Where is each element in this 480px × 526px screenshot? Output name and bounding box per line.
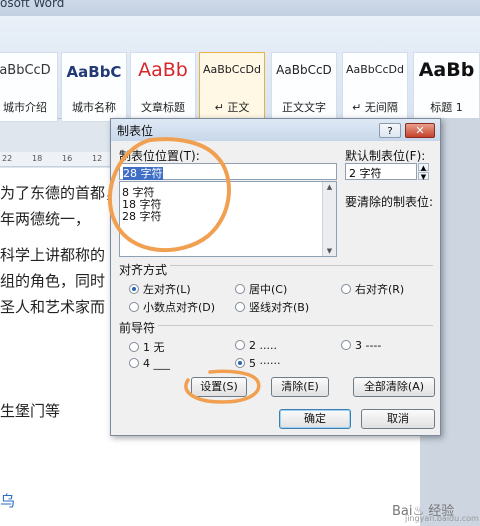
radio-label: 左对齐(L) <box>143 283 191 296</box>
ruler-mark: 12 <box>92 154 103 163</box>
dialog-titlebar: 制表位 ? ✕ <box>111 119 440 141</box>
divider <box>119 325 433 326</box>
style-sample: AaBbC <box>66 63 122 81</box>
align-right-radio[interactable]: 右对齐(R) <box>341 281 404 297</box>
leader-middots-radio[interactable]: 5 ······ <box>235 357 280 370</box>
style-label: 正文文字 <box>282 101 326 114</box>
document-line: 乌 <box>0 492 16 510</box>
set-button[interactable]: 设置(S) <box>191 377 247 397</box>
dialog-title: 制表位 <box>117 124 154 138</box>
leader-underline-radio[interactable]: 4 ___ <box>129 357 170 370</box>
align-decimal-radio[interactable]: 小数点对齐(D) <box>129 299 215 315</box>
help-icon[interactable]: ? <box>379 123 401 138</box>
style-label: 城市名称 <box>72 101 116 114</box>
style-label: 文章标题 <box>141 101 185 114</box>
style-city-name[interactable]: AaBbC 城市名称 <box>61 52 127 122</box>
radio-label: 2 ..... <box>249 339 277 352</box>
radio-selected-icon <box>235 358 245 368</box>
radio-icon <box>129 302 139 312</box>
radio-icon <box>235 340 245 350</box>
spin-up-icon[interactable]: ▲ <box>418 163 429 172</box>
radio-icon <box>341 340 351 350</box>
radio-icon <box>235 284 245 294</box>
tab-position-label: 制表位位置(T): <box>119 149 200 163</box>
default-tab-label: 默认制表位(F): <box>345 149 426 163</box>
style-body-text[interactable]: AaBbCcD 正文文字 <box>271 52 337 122</box>
style-sample: AaBbCcD <box>276 63 332 77</box>
style-sample: AaBb <box>138 59 188 81</box>
radio-label: 5 ······ <box>249 357 281 370</box>
leader-none-radio[interactable]: 1 无 <box>129 339 165 355</box>
document-line: 年两德统一， <box>0 210 91 228</box>
style-label: 城市介绍 <box>3 101 47 114</box>
radio-label: 竖线对齐(B) <box>249 301 310 314</box>
document-line: 生堡门等 <box>0 402 61 420</box>
style-article-title[interactable]: AaBb 文章标题 <box>130 52 196 122</box>
radio-label: 小数点对齐(D) <box>143 301 216 314</box>
clear-all-button[interactable]: 全部清除(A) <box>353 377 435 397</box>
style-city-intro[interactable]: aBbCcD 城市介绍 <box>0 52 58 122</box>
clear-tabs-label: 要清除的制表位: <box>345 195 434 209</box>
radio-label: 1 无 <box>143 341 165 354</box>
scroll-down-icon[interactable]: ▼ <box>323 247 336 255</box>
radio-label: 右对齐(R) <box>355 283 405 296</box>
style-sample: aBbCcD <box>0 63 51 78</box>
leader-group-label: 前导符 <box>119 319 159 336</box>
window-titlebar: osoft Word <box>0 0 480 16</box>
document-line: 组的角色，同时 <box>0 272 106 290</box>
style-heading-1[interactable]: AaBb 标题 1 <box>413 52 480 122</box>
ok-button[interactable]: 确定 <box>279 409 351 429</box>
style-sample: AaBbCcDd <box>346 63 404 76</box>
radio-icon <box>129 358 139 368</box>
radio-selected-icon <box>129 284 139 294</box>
ruler-mark: 16 <box>62 154 73 163</box>
align-bar-radio[interactable]: 竖线对齐(B) <box>235 299 309 315</box>
radio-icon <box>129 342 139 352</box>
horizontal-ruler[interactable]: 22 18 16 12 <box>0 152 110 167</box>
list-item[interactable]: 28 字符 <box>122 208 162 224</box>
leader-dashes-radio[interactable]: 3 ---- <box>341 339 381 352</box>
tab-stops-dialog: 制表位 ? ✕ 制表位位置(T): 28 字符 8 字符 18 字符 28 字符… <box>110 118 441 436</box>
ribbon-styles: aBbCcD 城市介绍 AaBbC 城市名称 AaBb 文章标题 AaBbCcD… <box>0 16 480 122</box>
document-line: 科学上讲都称的 <box>0 246 106 264</box>
alignment-group-label: 对齐方式 <box>119 261 171 278</box>
ruler-mark: 18 <box>32 154 43 163</box>
style-label: ↵ 无间隔 <box>352 101 398 114</box>
close-icon[interactable]: ✕ <box>405 123 435 138</box>
style-no-spacing[interactable]: AaBbCcDd ↵ 无间隔 <box>342 52 408 122</box>
default-tab-value: 2 字符 <box>349 167 382 180</box>
ruler-mark: 22 <box>2 154 13 163</box>
document-line: 为了东德的首都， <box>0 184 121 202</box>
clear-button[interactable]: 清除(E) <box>271 377 329 397</box>
list-scrollbar[interactable]: ▲ ▼ <box>322 182 336 256</box>
default-tab-input[interactable]: 2 字符 <box>345 163 417 180</box>
style-sample: AaBbCcDd <box>203 63 261 76</box>
style-normal[interactable]: AaBbCcDd ↵ 正文 <box>199 52 265 122</box>
window-title: osoft Word <box>0 0 65 10</box>
style-label: 标题 1 <box>430 101 463 114</box>
radio-icon <box>235 302 245 312</box>
spin-down-icon[interactable]: ▼ <box>418 172 429 181</box>
leader-dots-radio[interactable]: 2 ..... <box>235 339 277 352</box>
tab-position-input[interactable]: 28 字符 <box>119 163 337 180</box>
radio-label: 居中(C) <box>249 283 288 296</box>
document-line: 圣人和艺术家而 <box>0 298 106 316</box>
style-sample: AaBb <box>418 59 475 81</box>
tab-stop-list[interactable]: 8 字符 18 字符 28 字符 ▲ ▼ <box>119 181 337 257</box>
align-left-radio[interactable]: 左对齐(L) <box>129 281 191 297</box>
radio-label: 4 ___ <box>143 357 170 370</box>
align-center-radio[interactable]: 居中(C) <box>235 281 287 297</box>
radio-icon <box>341 284 351 294</box>
style-label: ↵ 正文 <box>214 101 250 114</box>
scroll-up-icon[interactable]: ▲ <box>323 183 336 191</box>
cancel-button[interactable]: 取消 <box>361 409 435 429</box>
radio-label: 3 ---- <box>355 339 382 352</box>
tab-position-value: 28 字符 <box>123 167 163 180</box>
watermark-url: jingyan.baidu.com <box>405 514 479 523</box>
